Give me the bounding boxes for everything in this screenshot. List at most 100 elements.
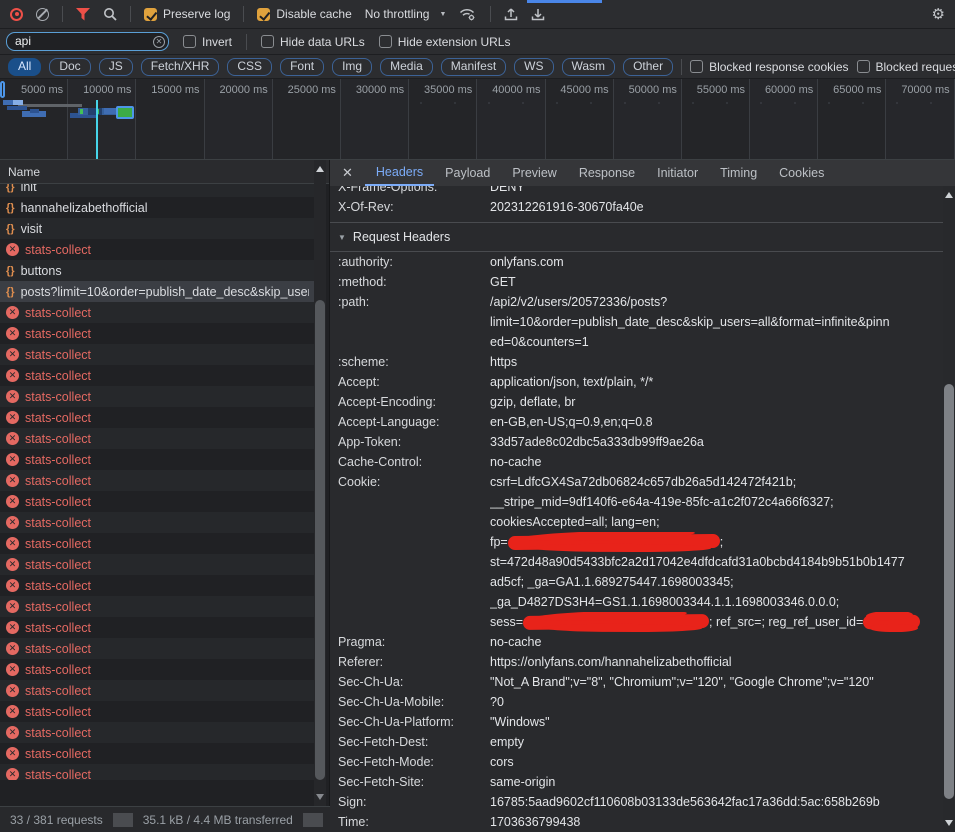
request-row[interactable]: {}init	[0, 184, 315, 197]
filter-chip-img[interactable]: Img	[332, 58, 372, 76]
checkbox-checked[interactable]	[257, 8, 270, 21]
filter-chip-wasm[interactable]: Wasm	[562, 58, 616, 76]
filter-toggle-icon[interactable]	[76, 8, 90, 21]
request-row[interactable]: ✕stats-collect	[0, 680, 315, 701]
request-row[interactable]: {}hannahelizabethofficial	[0, 197, 315, 218]
details-scrollbar[interactable]	[943, 186, 955, 832]
tab-preview[interactable]: Preview	[501, 160, 567, 186]
header-row: App-Token:33d57ade8c02dbc5a333db99ff9ae2…	[330, 432, 943, 452]
filter-chip-manifest[interactable]: Manifest	[441, 58, 506, 76]
filter-chip-all[interactable]: All	[8, 58, 41, 76]
filter-chip-css[interactable]: CSS	[227, 58, 272, 76]
filter-input[interactable]	[6, 32, 169, 51]
request-row[interactable]: {}visit	[0, 218, 315, 239]
disable-cache-checkbox[interactable]: Disable cache	[257, 7, 351, 21]
waterfall-bar	[116, 106, 134, 119]
request-row[interactable]: ✕stats-collect	[0, 596, 315, 617]
header-name: X-Of-Rev:	[330, 197, 490, 217]
tab-payload[interactable]: Payload	[434, 160, 501, 186]
request-row[interactable]: ✕stats-collect	[0, 617, 315, 638]
request-row[interactable]: ✕stats-collect	[0, 470, 315, 491]
request-row[interactable]: ✕stats-collect	[0, 764, 315, 780]
request-name: stats-collect	[25, 768, 91, 781]
filter-chip-font[interactable]: Font	[280, 58, 324, 76]
clear-filter-icon[interactable]: ✕	[153, 36, 165, 48]
request-row[interactable]: ✕stats-collect	[0, 659, 315, 680]
blocked-response-cookies-checkbox[interactable]: Blocked response cookies	[690, 60, 848, 74]
request-row[interactable]: ✕stats-collect	[0, 533, 315, 554]
tab-timing[interactable]: Timing	[709, 160, 768, 186]
name-column-header[interactable]: Name	[0, 160, 329, 184]
throttling-select[interactable]: No throttling ▼	[365, 7, 447, 21]
blocked-requests-checkbox[interactable]: Blocked requests	[857, 60, 955, 74]
request-row[interactable]: ✕stats-collect	[0, 386, 315, 407]
request-row[interactable]: ✕stats-collect	[0, 491, 315, 512]
invert-checkbox[interactable]: Invert	[183, 35, 232, 49]
scroll-up-icon[interactable]	[316, 166, 324, 172]
waterfall-bar	[7, 106, 27, 110]
tab-response[interactable]: Response	[568, 160, 646, 186]
tab-headers[interactable]: Headers	[365, 160, 434, 186]
checkbox-unchecked[interactable]	[261, 35, 274, 48]
filter-chip-ws[interactable]: WS	[514, 58, 553, 76]
header-value: cors	[490, 752, 943, 772]
request-row[interactable]: ✕stats-collect	[0, 554, 315, 575]
overview-timeline[interactable]: 5000 ms10000 ms15000 ms20000 ms25000 ms3…	[0, 79, 955, 160]
request-row[interactable]: ✕stats-collect	[0, 449, 315, 470]
scroll-down-icon[interactable]	[945, 820, 953, 826]
header-name: Accept-Encoding:	[330, 392, 490, 412]
filter-chip-other[interactable]: Other	[623, 58, 673, 76]
settings-gear-icon[interactable]: ⚙	[932, 5, 945, 23]
request-headers-section[interactable]: ▼Request Headers	[330, 222, 943, 252]
request-row[interactable]: ✕stats-collect	[0, 302, 315, 323]
filter-chip-media[interactable]: Media	[380, 58, 433, 76]
header-name: Sec-Ch-Ua-Platform:	[330, 712, 490, 732]
error-icon: ✕	[6, 411, 19, 424]
request-row[interactable]: ✕stats-collect	[0, 344, 315, 365]
divider	[243, 6, 244, 22]
scroll-up-icon[interactable]	[945, 192, 953, 198]
scroll-down-icon[interactable]	[316, 794, 324, 800]
request-row[interactable]: ✕stats-collect	[0, 512, 315, 533]
redaction-scribble	[863, 614, 920, 629]
hide-data-urls-checkbox[interactable]: Hide data URLs	[261, 35, 365, 49]
request-row[interactable]: {}posts?limit=10&order=publish_date_desc…	[0, 281, 315, 302]
filter-chip-js[interactable]: JS	[99, 58, 133, 76]
request-row[interactable]: ✕stats-collect	[0, 722, 315, 743]
checkbox-unchecked[interactable]	[183, 35, 196, 48]
tab-cookies[interactable]: Cookies	[768, 160, 835, 186]
hide-extension-urls-checkbox[interactable]: Hide extension URLs	[379, 35, 511, 49]
waterfall-bars	[0, 79, 955, 159]
request-row[interactable]: ✕stats-collect	[0, 365, 315, 386]
search-icon[interactable]	[103, 7, 117, 21]
scrollbar-thumb[interactable]	[944, 384, 954, 799]
request-name: stats-collect	[25, 369, 91, 383]
checkbox-checked[interactable]	[144, 8, 157, 21]
request-row[interactable]: ✕stats-collect	[0, 407, 315, 428]
request-list-scrollbar[interactable]	[314, 160, 326, 806]
request-row[interactable]: ✕stats-collect	[0, 638, 315, 659]
request-row[interactable]: ✕stats-collect	[0, 743, 315, 764]
request-row[interactable]: ✕stats-collect	[0, 239, 315, 260]
checkbox-unchecked[interactable]	[857, 60, 870, 73]
close-icon[interactable]: ✕	[330, 165, 365, 181]
export-har-icon[interactable]	[531, 7, 545, 21]
header-row: Time:1703636799438	[330, 812, 943, 832]
preserve-log-checkbox[interactable]: Preserve log	[144, 7, 230, 21]
checkbox-unchecked[interactable]	[379, 35, 392, 48]
network-conditions-icon[interactable]	[459, 7, 477, 21]
scrollbar-thumb[interactable]	[315, 300, 325, 780]
request-row[interactable]: ✕stats-collect	[0, 575, 315, 596]
request-row[interactable]: ✕stats-collect	[0, 428, 315, 449]
request-row[interactable]: ✕stats-collect	[0, 323, 315, 344]
filter-chip-fetch-xhr[interactable]: Fetch/XHR	[141, 58, 220, 76]
tab-initiator[interactable]: Initiator	[646, 160, 709, 186]
import-har-icon[interactable]	[504, 7, 518, 21]
clear-button[interactable]	[36, 8, 49, 21]
request-name: posts?limit=10&order=publish_date_desc&s…	[21, 285, 309, 299]
record-button[interactable]	[10, 8, 23, 21]
checkbox-unchecked[interactable]	[690, 60, 703, 73]
request-row[interactable]: {}buttons	[0, 260, 315, 281]
filter-chip-doc[interactable]: Doc	[49, 58, 90, 76]
request-row[interactable]: ✕stats-collect	[0, 701, 315, 722]
